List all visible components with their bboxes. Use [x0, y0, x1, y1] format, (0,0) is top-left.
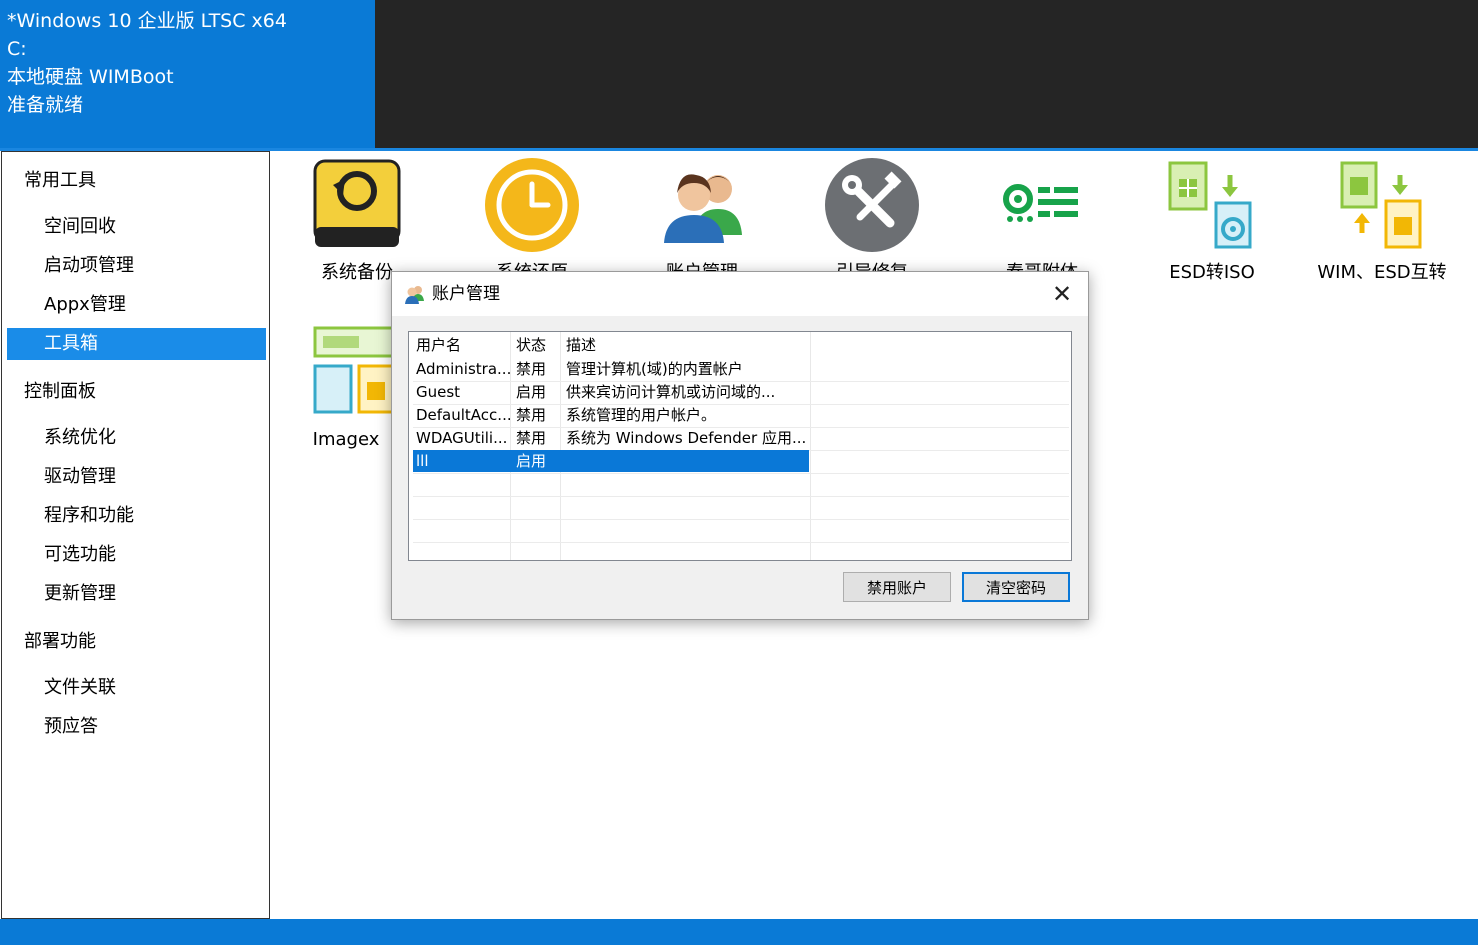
os-name: *Windows 10 企业版 LTSC x64: [7, 10, 287, 32]
table-row[interactable]: Guest 启用 供来宾访问计算机或访问域的...: [413, 381, 1069, 405]
wrench-screwdriver-icon: [825, 158, 919, 252]
status-text: 准备就绪: [7, 94, 84, 116]
cell-description: 供来宾访问计算机或访问域的...: [566, 383, 776, 401]
bottom-status-bar: [0, 919, 1478, 945]
cell-username: lll: [416, 452, 429, 470]
sidebar-item-programs[interactable]: 程序和功能: [7, 500, 266, 532]
sidebar-item-optional-features[interactable]: 可选功能: [7, 539, 266, 571]
backup-drive-icon: [313, 159, 401, 247]
table-row[interactable]: Administra... 禁用 管理计算机(域)的内置帐户: [413, 358, 1069, 382]
table-row[interactable]: DefaultAcc... 禁用 系统管理的用户帐户。: [413, 404, 1069, 428]
cell-username: Guest: [416, 383, 461, 401]
users-icon: [405, 286, 424, 304]
table-row-empty: [413, 473, 1069, 497]
wim-esd-convert-icon: [1340, 161, 1422, 249]
cell-status: 启用: [516, 383, 547, 401]
cell-username: WDAGUtili...: [416, 429, 508, 447]
close-icon[interactable]: ✕: [1048, 280, 1076, 308]
clear-password-button[interactable]: 清空密码: [962, 572, 1070, 602]
cell-description: 系统为 Windows Defender 应用...: [566, 429, 807, 447]
sidebar-category-control-panel: 控制面板: [24, 381, 96, 402]
cell-description: [566, 450, 810, 473]
dialog-titlebar[interactable]: 账户管理 ✕: [392, 272, 1088, 316]
tool-label: WIM、ESD互转: [1317, 262, 1447, 283]
cell-description: 管理计算机(域)的内置帐户: [566, 360, 743, 378]
disable-account-button[interactable]: 禁用账户: [843, 572, 951, 602]
sidebar-category-common-tools: 常用工具: [24, 170, 96, 191]
column-header-status[interactable]: 状态: [516, 334, 546, 356]
sidebar-item-startup[interactable]: 启动项管理: [7, 250, 266, 282]
sidebar-item-space-reclaim[interactable]: 空间回收: [7, 211, 266, 243]
system-info-panel: *Windows 10 企业版 LTSC x64 C: 本地硬盘 WIMBoot…: [0, 0, 375, 148]
column-header-username[interactable]: 用户名: [416, 334, 461, 356]
cell-description: 系统管理的用户帐户。: [566, 406, 717, 424]
sidebar-item-unattend[interactable]: 预应答: [7, 711, 266, 743]
table-row[interactable]: WDAGUtili... 禁用 系统为 Windows Defender 应用.…: [413, 427, 1069, 451]
column-header-description[interactable]: 描述: [566, 334, 596, 356]
sidebar-item-toolbox[interactable]: 工具箱: [7, 328, 266, 360]
sidebar-item-appx[interactable]: Appx管理: [7, 289, 266, 321]
table-row-empty: [413, 519, 1069, 543]
users-icon: [664, 174, 742, 243]
cell-status: 禁用: [516, 406, 547, 424]
settings-list-icon: [1003, 184, 1078, 222]
cell-username: Administra...: [416, 360, 510, 378]
account-management-dialog: 账户管理 ✕ 用户名 状态 描述 Administra... 禁用 管理计算机(…: [391, 271, 1089, 620]
header-banner: [375, 0, 1478, 148]
dialog-title: 账户管理: [432, 284, 500, 304]
sidebar-category-deploy: 部署功能: [24, 631, 96, 652]
cell-username: DefaultAcc...: [416, 406, 510, 424]
sidebar: 常用工具 空间回收 启动项管理 Appx管理 工具箱 控制面板 系统优化 驱动管…: [1, 151, 270, 919]
restore-clock-icon: [485, 158, 579, 252]
drive-type: 本地硬盘 WIMBoot: [7, 66, 174, 88]
cell-status: 禁用: [516, 429, 547, 447]
sidebar-item-drivers[interactable]: 驱动管理: [7, 461, 266, 493]
table-row-selected[interactable]: lll 启用: [413, 450, 1069, 474]
sidebar-item-file-association[interactable]: 文件关联: [7, 672, 266, 704]
esd-to-iso-icon: [1168, 161, 1252, 249]
table-row-empty: [413, 496, 1069, 520]
account-list: 用户名 状态 描述 Administra... 禁用 管理计算机(域)的内置帐户…: [408, 331, 1072, 561]
tool-label: ESD转ISO: [1169, 262, 1255, 283]
sidebar-item-updates[interactable]: 更新管理: [7, 578, 266, 610]
sidebar-item-system-optimize[interactable]: 系统优化: [7, 422, 266, 454]
cell-status: 启用: [516, 452, 547, 470]
cell-status: 禁用: [516, 360, 547, 378]
drive-letter: C:: [7, 38, 27, 60]
